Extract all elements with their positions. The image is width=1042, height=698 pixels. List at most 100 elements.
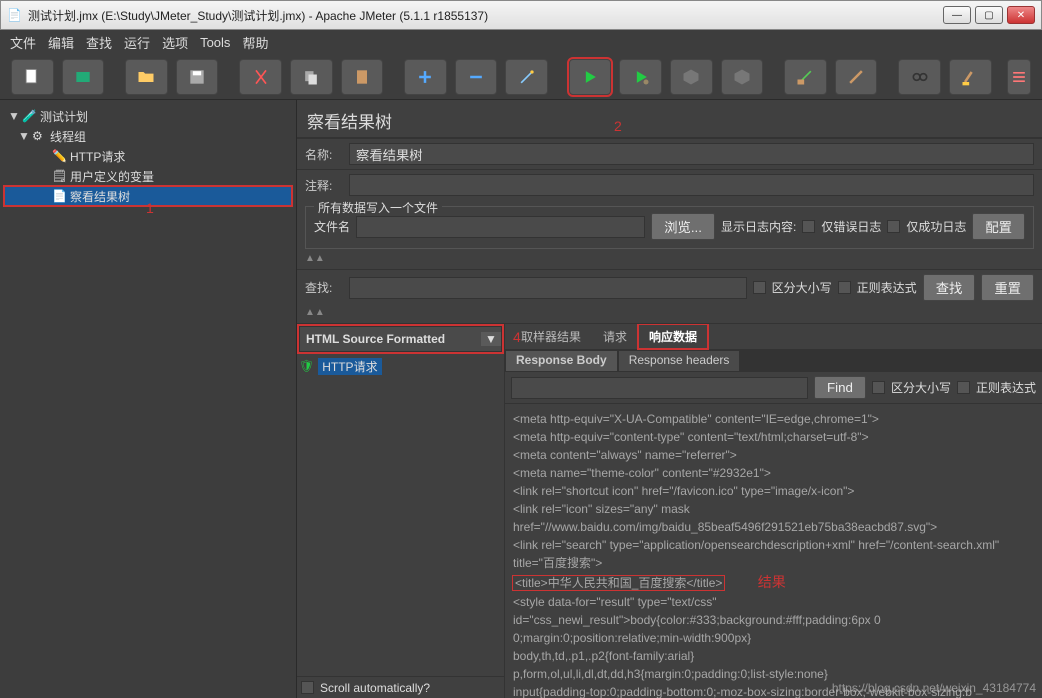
toolbar bbox=[0, 54, 1042, 100]
err-only-checkbox[interactable] bbox=[802, 220, 815, 233]
right-panel: 察看结果树 2 名称: 注释: 所有数据写入一个文件 文件名 浏览... 显示日… bbox=[296, 100, 1042, 698]
name-label: 名称: bbox=[305, 146, 343, 163]
body-line: body,th,td,.p1,.p2{font-family:arial} bbox=[513, 647, 1034, 665]
start-noTimers-button[interactable] bbox=[619, 59, 662, 95]
body-find-regex-label: 正则表达式 bbox=[976, 379, 1036, 396]
templates-button[interactable] bbox=[62, 59, 105, 95]
ok-only-label: 仅成功日志 bbox=[906, 218, 966, 235]
sampler-list-panel: HTML Source Formatted ▼ 3 🛡 HTTP请求 Scrol… bbox=[297, 324, 505, 698]
body-find-regex-checkbox[interactable] bbox=[957, 381, 970, 394]
file-fieldset: 所有数据写入一个文件 文件名 浏览... 显示日志内容: 仅错误日志 仅成功日志… bbox=[305, 206, 1034, 249]
sweep-button[interactable] bbox=[949, 59, 992, 95]
more-button[interactable] bbox=[1007, 59, 1031, 95]
menu-edit[interactable]: 编辑 bbox=[48, 33, 74, 52]
tree-user-vars-label: 用户定义的变量 bbox=[70, 168, 154, 185]
watermark: https://blog.csdn.net/weixin_43184774 bbox=[832, 681, 1036, 695]
response-body[interactable]: <meta http-equiv="X-UA-Compatible" conte… bbox=[505, 404, 1042, 698]
collapse-chevrons-icon: ▲▲ bbox=[305, 253, 1034, 267]
new-button[interactable] bbox=[11, 59, 54, 95]
filename-input[interactable] bbox=[356, 216, 645, 238]
window-title: 测试计划.jmx (E:\Study\JMeter_Study\测试计划.jmx… bbox=[28, 7, 943, 24]
response-panel: 取样器结果 请求 响应数据 4 Response Body Response h… bbox=[505, 324, 1042, 698]
maximize-button[interactable]: ▢ bbox=[975, 6, 1003, 24]
annotation-1: 1 bbox=[146, 200, 154, 216]
close-button[interactable]: ✕ bbox=[1007, 6, 1035, 24]
subtab-headers[interactable]: Response headers bbox=[618, 350, 741, 372]
config-button[interactable]: 配置 bbox=[972, 213, 1025, 240]
tab-sampler[interactable]: 取样器结果 bbox=[511, 325, 591, 348]
err-only-label: 仅错误日志 bbox=[821, 218, 881, 235]
tree-root[interactable]: ▼🧪测试计划 bbox=[4, 106, 292, 126]
browse-button[interactable]: 浏览... bbox=[651, 213, 715, 240]
body-line: <meta http-equiv="content-type" content=… bbox=[513, 428, 1034, 446]
name-input[interactable] bbox=[349, 143, 1034, 165]
save-button[interactable] bbox=[176, 59, 219, 95]
menubar: 文件 编辑 查找 运行 选项 Tools 帮助 bbox=[0, 30, 1042, 54]
menu-file[interactable]: 文件 bbox=[10, 33, 36, 52]
body-line: <meta http-equiv="X-UA-Compatible" conte… bbox=[513, 410, 1034, 428]
search-toolbar-button[interactable] bbox=[898, 59, 941, 95]
wand-button[interactable] bbox=[505, 59, 548, 95]
tab-request[interactable]: 请求 bbox=[593, 325, 637, 348]
tree-user-vars[interactable]: 🗒用户定义的变量 bbox=[4, 166, 292, 186]
tree-root-label: 测试计划 bbox=[40, 108, 88, 125]
collapse-chevrons2-icon: ▲▲ bbox=[305, 307, 1034, 321]
paste-button[interactable] bbox=[341, 59, 384, 95]
ok-only-checkbox[interactable] bbox=[887, 220, 900, 233]
renderer-value: HTML Source Formatted bbox=[300, 332, 481, 346]
search-input[interactable] bbox=[349, 277, 747, 299]
menu-options[interactable]: 选项 bbox=[162, 33, 188, 52]
cut-button[interactable] bbox=[239, 59, 282, 95]
annotation-4: 4 bbox=[513, 329, 521, 345]
body-line: <meta name="theme-color" content="#2932e… bbox=[513, 464, 1034, 482]
shutdown-button[interactable] bbox=[721, 59, 764, 95]
scroll-auto-checkbox[interactable] bbox=[301, 681, 314, 694]
add-button[interactable] bbox=[404, 59, 447, 95]
file-legend: 所有数据写入一个文件 bbox=[314, 199, 442, 216]
comment-label: 注释: bbox=[305, 177, 343, 194]
renderer-combo[interactable]: HTML Source Formatted ▼ bbox=[299, 326, 502, 352]
search-case-checkbox[interactable] bbox=[753, 281, 766, 294]
search-case-label: 区分大小写 bbox=[772, 279, 832, 296]
menu-help[interactable]: 帮助 bbox=[242, 33, 268, 52]
comment-input[interactable] bbox=[349, 174, 1034, 196]
body-find-case-checkbox[interactable] bbox=[872, 381, 885, 394]
chevron-down-icon: ▼ bbox=[481, 332, 501, 346]
search-reset-button[interactable]: 重置 bbox=[981, 274, 1034, 301]
tree-panel: ▼🧪测试计划 ▼⚙线程组 ✏️HTTP请求 🗒用户定义的变量 📄察看结果树 1 bbox=[0, 100, 296, 698]
clear-button[interactable] bbox=[784, 59, 827, 95]
tree-threadgroup[interactable]: ▼⚙线程组 bbox=[4, 126, 292, 146]
menu-search[interactable]: 查找 bbox=[86, 33, 112, 52]
search-regex-checkbox[interactable] bbox=[838, 281, 851, 294]
tab-response[interactable]: 响应数据 bbox=[639, 325, 707, 348]
panel-title: 察看结果树 bbox=[297, 100, 1042, 138]
tree-http-request[interactable]: ✏️HTTP请求 bbox=[4, 146, 292, 166]
scroll-auto-label: Scroll automatically? bbox=[320, 681, 430, 695]
show-log-label: 显示日志内容: bbox=[721, 218, 796, 235]
sampler-row[interactable]: 🛡 HTTP请求 bbox=[299, 356, 502, 376]
body-find-input[interactable] bbox=[511, 377, 808, 399]
open-button[interactable] bbox=[125, 59, 168, 95]
start-button[interactable] bbox=[569, 59, 612, 95]
tree-threadgroup-label: 线程组 bbox=[50, 128, 86, 145]
titlebar: 📄 测试计划.jmx (E:\Study\JMeter_Study\测试计划.j… bbox=[0, 0, 1042, 30]
body-find-case-label: 区分大小写 bbox=[891, 379, 951, 396]
menu-run[interactable]: 运行 bbox=[124, 33, 150, 52]
body-find-button[interactable]: Find bbox=[814, 376, 866, 399]
annotation-result: 结果 bbox=[758, 574, 786, 590]
filename-label: 文件名 bbox=[314, 218, 350, 235]
minimize-button[interactable]: — bbox=[943, 6, 971, 24]
subtab-body[interactable]: Response Body bbox=[505, 350, 618, 372]
search-regex-label: 正则表达式 bbox=[857, 279, 917, 296]
tree-http-request-label: HTTP请求 bbox=[70, 148, 125, 165]
copy-button[interactable] bbox=[290, 59, 333, 95]
clear-all-button[interactable] bbox=[835, 59, 878, 95]
annotation-2: 2 bbox=[614, 118, 622, 134]
menu-tools[interactable]: Tools bbox=[200, 35, 230, 50]
body-line: <style data-for="result" type="text/css"… bbox=[513, 593, 1034, 647]
search-find-button[interactable]: 查找 bbox=[923, 274, 976, 301]
body-line: <link rel="icon" sizes="any" mask href="… bbox=[513, 500, 1034, 536]
body-line: <meta content="always" name="referrer"> bbox=[513, 446, 1034, 464]
stop-button[interactable] bbox=[670, 59, 713, 95]
remove-button[interactable] bbox=[455, 59, 498, 95]
